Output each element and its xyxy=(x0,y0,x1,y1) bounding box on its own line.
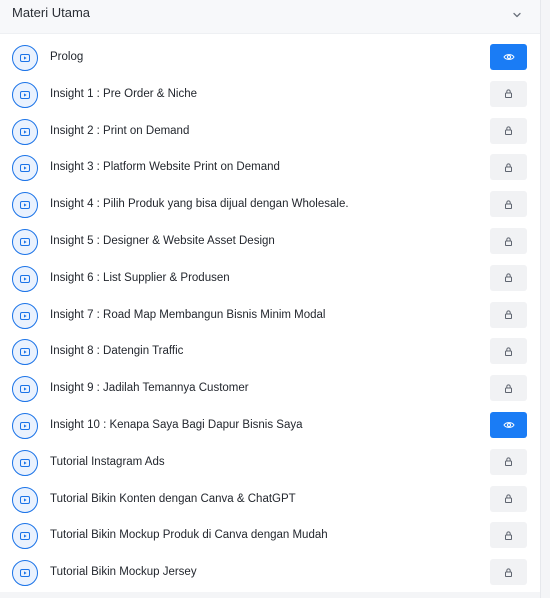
lesson-title: Insight 5 : Designer & Website Asset Des… xyxy=(50,235,275,247)
lock-icon xyxy=(503,272,514,283)
locked-lesson-button[interactable] xyxy=(490,228,527,254)
lock-icon xyxy=(503,383,514,394)
lesson-row[interactable]: Prolog xyxy=(0,40,540,77)
lock-icon xyxy=(503,530,514,541)
locked-lesson-button[interactable] xyxy=(490,80,527,107)
lesson-title: Insight 1 : Pre Order & Niche xyxy=(50,87,198,100)
video-play-icon xyxy=(12,118,38,145)
video-play-icon xyxy=(12,560,38,587)
video-play-icon xyxy=(12,81,38,108)
lesson-row[interactable]: Tutorial Bikin Mockup Produk di Canva de… xyxy=(0,518,540,555)
section-footer-divider xyxy=(0,592,540,598)
lock-icon xyxy=(503,199,514,210)
lesson-title: Insight 7 : Road Map Membangun Bisnis Mi… xyxy=(50,308,326,321)
lesson-title: Insight 2 : Print on Demand xyxy=(50,124,190,137)
lesson-row[interactable]: Insight 2 : Print on Demand xyxy=(0,114,540,151)
lesson-title: Tutorial Bikin Mockup Jersey xyxy=(50,566,197,579)
lesson-title: Insight 6 : List Supplier & Produsen xyxy=(50,271,230,284)
locked-lesson-button[interactable] xyxy=(490,117,527,144)
video-play-icon xyxy=(12,192,38,219)
lesson-title: Insight 8 : Datengin Traffic xyxy=(50,345,184,358)
locked-lesson-button[interactable] xyxy=(490,522,527,549)
lock-icon xyxy=(503,456,514,467)
section-header[interactable]: Materi Utama xyxy=(0,0,540,34)
lock-icon xyxy=(503,88,514,99)
lock-icon xyxy=(503,567,514,578)
video-play-icon xyxy=(12,486,38,513)
lesson-title: Insight 3 : Platform Website Print on De… xyxy=(50,161,280,174)
eye-icon xyxy=(502,52,515,62)
locked-lesson-button[interactable] xyxy=(490,448,527,475)
video-play-icon xyxy=(12,449,38,476)
lesson-title: Insight 10 : Kenapa Saya Bagi Dapur Bisn… xyxy=(50,419,303,431)
locked-lesson-button[interactable] xyxy=(490,191,527,218)
video-play-icon xyxy=(12,265,38,292)
course-section-panel: Materi Utama Prolog Insight 1 : Pre Order… xyxy=(0,0,540,598)
video-play-icon xyxy=(12,376,38,403)
lesson-row[interactable]: Insight 6 : List Supplier & Produsen xyxy=(0,261,540,298)
lock-icon xyxy=(503,346,514,357)
locked-lesson-button[interactable] xyxy=(490,338,527,365)
video-play-icon xyxy=(12,45,38,71)
video-play-icon xyxy=(12,155,38,182)
video-play-icon xyxy=(12,523,38,550)
locked-lesson-button[interactable] xyxy=(490,264,527,291)
scrollbar[interactable] xyxy=(540,0,550,598)
locked-lesson-button[interactable] xyxy=(490,375,527,402)
lesson-title: Insight 9 : Jadilah Temannya Customer xyxy=(50,382,249,395)
lesson-row[interactable]: Insight 1 : Pre Order & Niche xyxy=(0,77,540,114)
view-lesson-button[interactable] xyxy=(490,412,527,438)
locked-lesson-button[interactable] xyxy=(490,154,527,181)
lesson-title: Tutorial Bikin Mockup Produk di Canva de… xyxy=(50,529,328,542)
chevron-down-icon[interactable] xyxy=(510,8,524,22)
lesson-row[interactable]: Tutorial Bikin Konten dengan Canva & Cha… xyxy=(0,482,540,519)
lesson-row[interactable]: Insight 4 : Pilih Produk yang bisa dijua… xyxy=(0,187,540,224)
video-play-icon xyxy=(12,302,38,329)
lesson-row[interactable]: Insight 5 : Designer & Website Asset Des… xyxy=(0,224,540,261)
lesson-row[interactable]: Insight 7 : Road Map Membangun Bisnis Mi… xyxy=(0,298,540,335)
lock-icon xyxy=(503,309,514,320)
lesson-title: Insight 4 : Pilih Produk yang bisa dijua… xyxy=(50,198,349,211)
video-play-icon xyxy=(12,229,38,255)
lock-icon xyxy=(503,162,514,173)
view-lesson-button[interactable] xyxy=(490,44,527,70)
section-title: Materi Utama xyxy=(12,5,91,20)
lesson-title: Tutorial Instagram Ads xyxy=(50,455,165,468)
lesson-row[interactable]: Tutorial Instagram Ads xyxy=(0,445,540,482)
eye-icon xyxy=(502,420,515,430)
locked-lesson-button[interactable] xyxy=(490,559,527,586)
locked-lesson-button[interactable] xyxy=(490,301,527,328)
lesson-row[interactable]: Insight 8 : Datengin Traffic xyxy=(0,334,540,371)
lock-icon xyxy=(503,493,514,504)
lesson-title: Prolog xyxy=(50,51,84,63)
lock-icon xyxy=(503,236,514,247)
lesson-title: Tutorial Bikin Konten dengan Canva & Cha… xyxy=(50,492,296,505)
video-play-icon xyxy=(12,413,38,439)
locked-lesson-button[interactable] xyxy=(490,485,527,512)
lesson-row[interactable]: Insight 3 : Platform Website Print on De… xyxy=(0,150,540,187)
lesson-row[interactable]: Tutorial Bikin Mockup Jersey xyxy=(0,555,540,592)
lesson-row[interactable]: Insight 10 : Kenapa Saya Bagi Dapur Bisn… xyxy=(0,408,540,445)
video-play-icon xyxy=(12,339,38,366)
lock-icon xyxy=(503,125,514,136)
lesson-row[interactable]: Insight 9 : Jadilah Temannya Customer xyxy=(0,371,540,408)
